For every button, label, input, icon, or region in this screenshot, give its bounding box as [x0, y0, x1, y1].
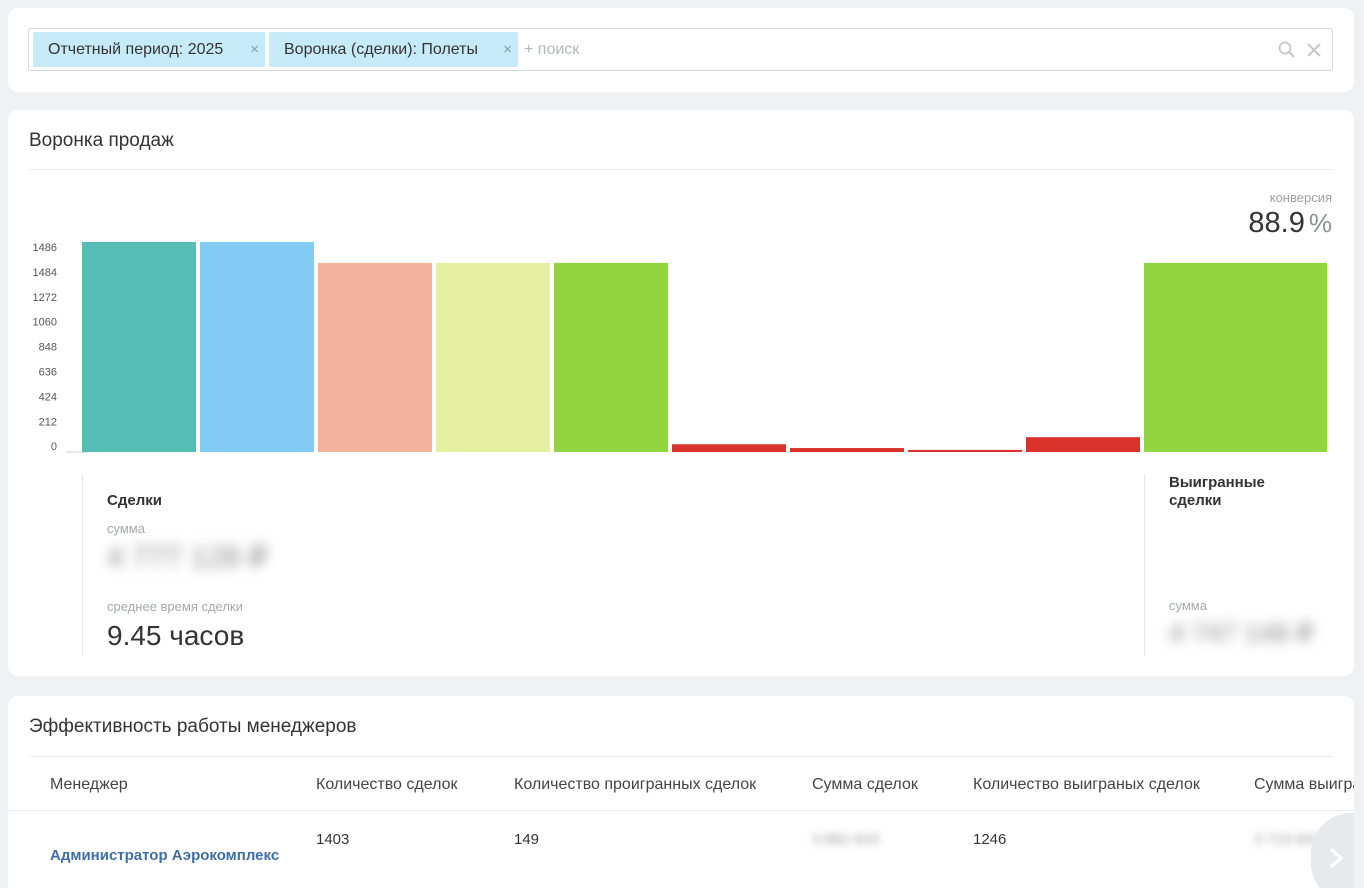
avg-time-value: 9.45 часов	[107, 620, 245, 651]
cell-lost: 149	[514, 831, 540, 848]
filter-chip-period[interactable]: Отчетный период: 2025 ×	[33, 32, 265, 67]
y-tick-label: 212	[39, 416, 57, 428]
y-tick-label: 424	[39, 391, 57, 403]
y-tick-label: 1486	[33, 242, 57, 254]
deals-stats: Сделки	[107, 492, 162, 510]
remove-chip-icon[interactable]: ×	[503, 32, 512, 67]
clear-filter-icon[interactable]	[1304, 40, 1324, 60]
deals-sum-value: 4 777 128 ₽	[107, 541, 268, 574]
funnel-bar[interactable]	[908, 449, 1022, 452]
y-tick-label: 1484	[33, 267, 57, 279]
search-input[interactable]	[524, 35, 1224, 65]
won-deals-bar[interactable]	[1144, 262, 1327, 452]
funnel-bar[interactable]	[82, 241, 196, 452]
funnel-bars	[82, 241, 1327, 452]
conversion-number: 88.9	[1248, 207, 1305, 239]
filter-panel: Отчетный период: 2025 × Воронка (сделки)…	[8, 8, 1354, 92]
avg-time-label: среднее время сделки	[107, 599, 243, 614]
y-tick-label: 1060	[33, 317, 57, 329]
cell-deals: 1403	[316, 831, 350, 848]
funnel-bar[interactable]	[200, 241, 314, 452]
y-tick-label: 636	[39, 367, 57, 379]
filter-chip-label: Воронка (сделки): Полеты	[284, 41, 478, 58]
column-header-won[interactable]: Количество выиграных сделок	[973, 776, 1200, 794]
remove-chip-icon[interactable]: ×	[250, 32, 259, 67]
scroll-right-button[interactable]	[1311, 813, 1354, 888]
y-tick-label: 848	[39, 342, 57, 354]
conversion-label: конверсия	[1269, 190, 1332, 205]
funnel-bar[interactable]	[1026, 437, 1140, 452]
divider	[8, 810, 1354, 811]
won-deals-heading: Выигранные сделки	[1169, 474, 1265, 509]
column-header-manager[interactable]: Менеджер	[50, 776, 128, 794]
y-tick-label: 1272	[33, 292, 57, 304]
filter-chip-funnel[interactable]: Воронка (сделки): Полеты ×	[269, 32, 518, 67]
won-sum-label: сумма	[1169, 598, 1207, 613]
column-header-sum[interactable]: Сумма сделок	[812, 776, 918, 794]
deals-sum-label: сумма	[107, 521, 145, 536]
divider	[82, 474, 83, 656]
column-header-deals[interactable]: Количество сделок	[316, 776, 457, 794]
funnel-bar[interactable]	[672, 444, 786, 452]
search-icon[interactable]	[1277, 40, 1297, 60]
cell-sum: 3 882 643	[812, 831, 879, 848]
funnel-bar[interactable]	[554, 262, 668, 452]
conversion-unit: %	[1308, 208, 1332, 238]
divider	[29, 756, 1333, 757]
won-sum-value: 4 747 148 ₽	[1169, 618, 1314, 648]
conversion-value: 88.9%	[1248, 207, 1332, 240]
column-header-won-sum[interactable]: Сумма выигра	[1254, 776, 1354, 794]
filter-chip-label: Отчетный период: 2025	[48, 41, 224, 58]
funnel-bar[interactable]	[318, 262, 432, 452]
managers-title: Эффективность работы менеджеров	[29, 716, 357, 737]
managers-efficiency-card: Эффективность работы менеджеров Менеджер…	[8, 696, 1354, 888]
manager-name-link[interactable]: Администратор Аэрокомплекс	[50, 847, 279, 864]
y-axis: 1486 1484 1272 1060 848 636 424 212 0	[33, 242, 88, 453]
filter-search-box[interactable]: Отчетный период: 2025 × Воронка (сделки)…	[28, 28, 1333, 71]
funnel-bar[interactable]	[436, 262, 550, 452]
sales-funnel-card: Воронка продаж 1486 1484 1272 1060 848 636 424…	[8, 110, 1354, 676]
y-tick-label: 0	[51, 441, 57, 453]
column-header-lost[interactable]: Количество проигранных сделок	[514, 776, 756, 794]
funnel-chart: 1486 1484 1272 1060 848 636 424 212 0	[33, 241, 1327, 453]
deals-heading: Сделки	[107, 492, 162, 509]
cell-won: 1246	[973, 831, 1007, 848]
chevron-right-icon	[1329, 847, 1344, 869]
divider	[1144, 474, 1145, 656]
funnel-bar[interactable]	[790, 448, 904, 452]
